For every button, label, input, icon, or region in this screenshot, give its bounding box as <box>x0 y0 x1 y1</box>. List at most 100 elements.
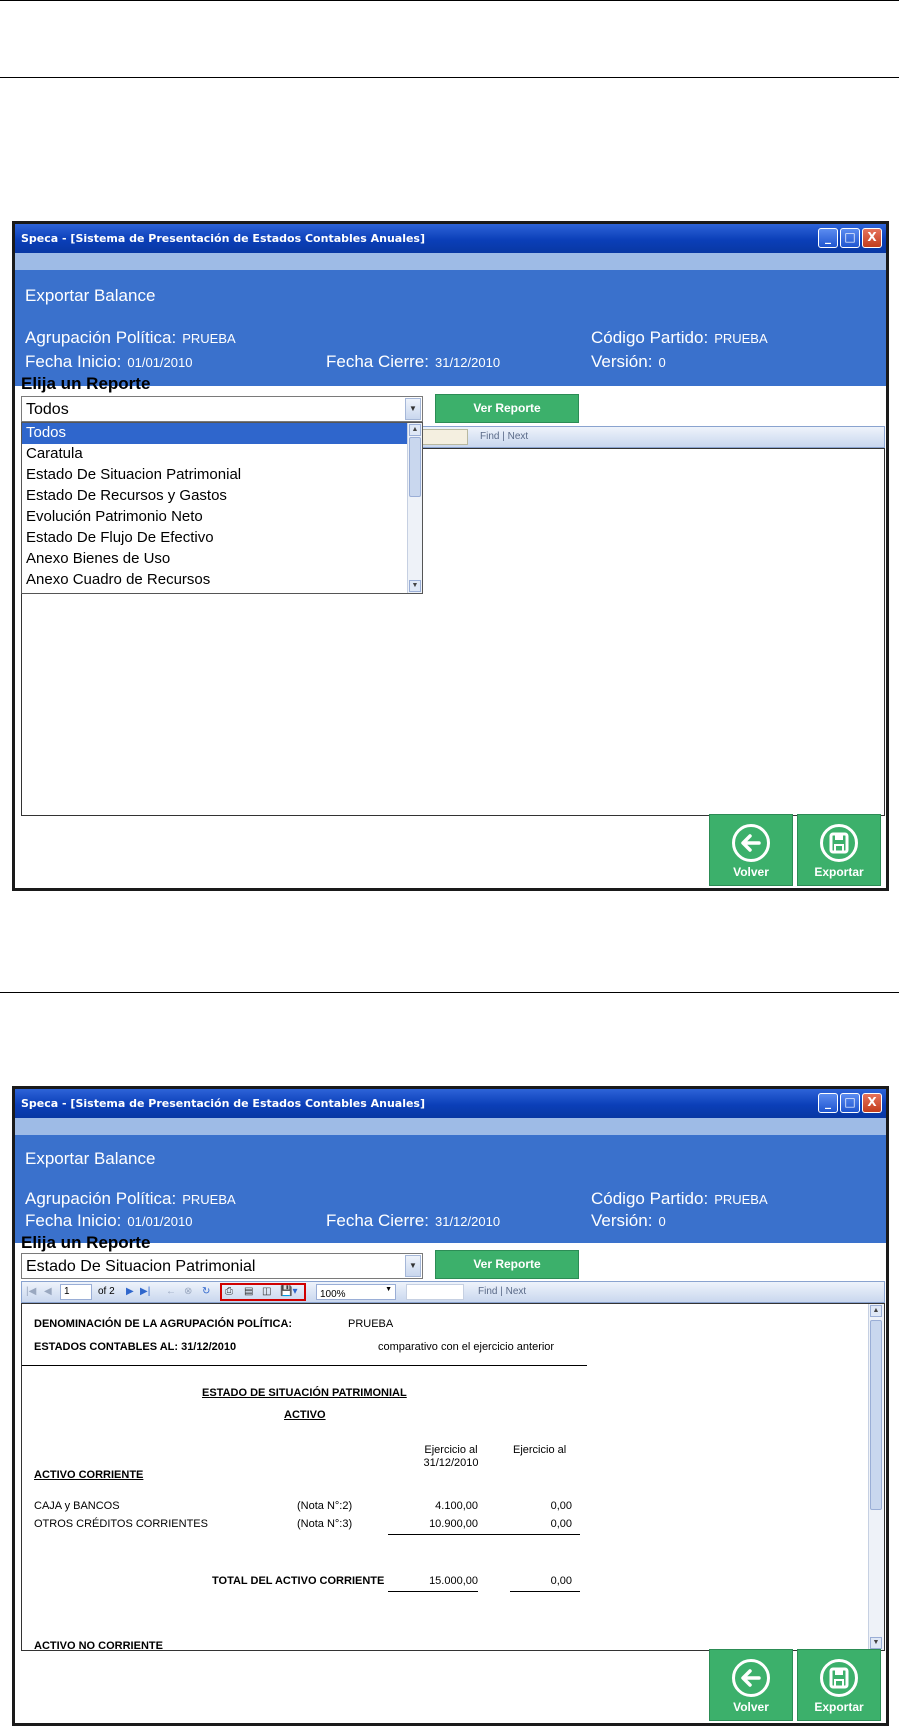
report-select[interactable]: Estado De Situacion Patrimonial ▼ <box>21 1253 423 1279</box>
subtotal-line <box>388 1534 580 1535</box>
row-value-previous: 0,00 <box>550 1500 572 1512</box>
minimize-button[interactable]: _ <box>818 1093 838 1113</box>
total-underline-current <box>388 1591 478 1592</box>
col1-header-line2: 31/12/2010 <box>423 1457 479 1469</box>
denominacion-value: PRUEBA <box>348 1318 394 1330</box>
scroll-down-icon[interactable]: ▼ <box>870 1637 882 1649</box>
codigo-label: Código Partido: <box>591 328 709 347</box>
codigo-value: PRUEBA <box>714 331 768 346</box>
export-icon[interactable]: 💾▾ <box>280 1286 297 1297</box>
total-label: TOTAL DEL ACTIVO CORRIENTE <box>212 1575 385 1587</box>
dropdown-item[interactable]: Anexo Bienes de Uso <box>22 549 422 570</box>
dropdown-scrollbar[interactable]: ▲ ▼ <box>407 423 422 593</box>
back-icon[interactable]: ← <box>166 1286 176 1297</box>
row-nota: (Nota N°:2) <box>297 1500 353 1512</box>
dropdown-item[interactable]: Caratula <box>22 444 422 465</box>
report-select[interactable]: Todos ▼ <box>21 396 423 422</box>
previous-page-icon[interactable]: ◀ <box>44 1286 52 1297</box>
row-value-previous: 0,00 <box>550 1518 572 1530</box>
dropdown-item[interactable]: Anexo Cuadro de Recursos <box>22 570 422 591</box>
fecha-cierre-field: Fecha Cierre: 31/12/2010 <box>326 1211 500 1231</box>
volver-button[interactable]: Volver <box>709 1649 793 1721</box>
print-icon[interactable]: ⎙ <box>225 1286 233 1297</box>
section-rule-2 <box>0 992 899 993</box>
scroll-thumb[interactable] <box>870 1320 882 1510</box>
report-scrollbar[interactable]: ▲ ▼ <box>868 1304 884 1650</box>
chevron-down-icon[interactable]: ▼ <box>405 1255 421 1277</box>
find-next-links[interactable]: Find | Next <box>478 1286 526 1297</box>
fecha-inicio-label: Fecha Inicio: <box>25 1211 122 1230</box>
agrupacion-field: Agrupación Política: PRUEBA <box>25 328 236 348</box>
page-number-input[interactable]: 1 <box>60 1284 92 1300</box>
scroll-up-icon[interactable]: ▲ <box>870 1305 882 1317</box>
report-viewer: DENOMINACIÓN DE LA AGRUPACIÓN POLÍTICA: … <box>21 1303 885 1651</box>
find-input[interactable] <box>422 429 468 445</box>
print-layout-icon[interactable]: ▤ <box>244 1286 253 1297</box>
scroll-down-icon[interactable]: ▼ <box>409 580 421 592</box>
exportar-button[interactable]: Exportar <box>797 1649 881 1721</box>
maximize-button[interactable]: □ <box>840 228 860 248</box>
dropdown-item[interactable]: Estado De Flujo De Efectivo <box>22 528 422 549</box>
comparativo-note: comparativo con el ejercicio anterior <box>378 1341 555 1353</box>
app-window-2: Speca - [Sistema de Presentación de Esta… <box>12 1086 889 1726</box>
scroll-up-icon[interactable]: ▲ <box>409 424 421 436</box>
ver-reporte-button[interactable]: Ver Reporte <box>435 394 579 423</box>
codigo-value: PRUEBA <box>714 1192 768 1207</box>
fecha-cierre-label: Fecha Cierre: <box>326 352 429 371</box>
chevron-down-icon[interactable]: ▼ <box>385 1286 392 1293</box>
chevron-down-icon[interactable]: ▼ <box>405 398 421 420</box>
fecha-cierre-value: 31/12/2010 <box>434 355 501 370</box>
col1-header-line1: Ejercicio al <box>424 1444 478 1456</box>
page-setup-icon[interactable]: ◫ <box>262 1286 271 1297</box>
codigo-label: Código Partido: <box>591 1189 709 1208</box>
next-page-icon[interactable]: ▶ <box>126 1286 134 1297</box>
total-value-previous: 0,00 <box>550 1575 572 1587</box>
row-nota: (Nota N°:3) <box>297 1518 353 1530</box>
exportar-button[interactable]: Exportar <box>797 814 881 886</box>
page-title: Exportar Balance <box>25 1149 156 1168</box>
arrow-left-icon <box>732 1659 770 1697</box>
title-bar: Speca - [Sistema de Presentación de Esta… <box>15 224 886 253</box>
menu-strip <box>15 1118 886 1135</box>
version-label: Versión: <box>591 352 653 371</box>
report-title: ESTADO DE SITUACIÓN PATRIMONIAL <box>202 1387 407 1399</box>
close-button[interactable]: X <box>862 1093 882 1113</box>
save-icon <box>820 824 858 862</box>
stop-icon[interactable]: ⊗ <box>184 1286 192 1297</box>
fecha-cierre-label: Fecha Cierre: <box>326 1211 429 1230</box>
report-toolbar: |◀ ◀ 1 of 2 ▶ ▶| ← ⊗ ↻ ⎙ ▤ ◫ 💾▾ 100% ▼ Fi… <box>21 1281 885 1303</box>
row-name: CAJA y BANCOS <box>34 1500 120 1512</box>
codigo-field: Código Partido: PRUEBA <box>591 1189 768 1209</box>
row-name: OTROS CRÉDITOS CORRIENTES <box>34 1518 208 1530</box>
agrupacion-field: Agrupación Política: PRUEBA <box>25 1189 236 1209</box>
dropdown-item[interactable]: Evolución Patrimonio Neto <box>22 507 422 528</box>
version-field: Versión: 0 <box>591 352 666 372</box>
zoom-select[interactable]: 100% ▼ <box>316 1284 396 1300</box>
menu-strip <box>15 253 886 270</box>
report-dropdown-list[interactable]: Todos Caratula Estado De Situacion Patri… <box>21 422 423 594</box>
find-next-links[interactable]: Find | Next <box>480 431 528 442</box>
dropdown-item[interactable]: Todos <box>22 423 422 444</box>
dropdown-item[interactable]: Estado De Recursos y Gastos <box>22 486 422 507</box>
row-value-current: 10.900,00 <box>429 1518 478 1530</box>
ver-reporte-button[interactable]: Ver Reporte <box>435 1250 579 1279</box>
maximize-button[interactable]: □ <box>840 1093 860 1113</box>
row-value-current: 4.100,00 <box>435 1500 478 1512</box>
close-button[interactable]: X <box>862 228 882 248</box>
last-page-icon[interactable]: ▶| <box>140 1286 150 1297</box>
volver-button[interactable]: Volver <box>709 814 793 886</box>
fecha-inicio-value: 01/01/2010 <box>127 1214 193 1229</box>
codigo-field: Código Partido: PRUEBA <box>591 328 768 348</box>
refresh-icon[interactable]: ↻ <box>202 1286 210 1297</box>
activo-no-corriente-heading: ACTIVO NO CORRIENTE <box>34 1640 163 1651</box>
find-input[interactable] <box>406 1284 464 1300</box>
arrow-left-icon <box>732 824 770 862</box>
dropdown-item[interactable]: Estado De Situacion Patrimonial <box>22 465 422 486</box>
minimize-button[interactable]: _ <box>818 228 838 248</box>
fecha-inicio-label: Fecha Inicio: <box>25 352 122 371</box>
page-title: Exportar Balance <box>25 286 156 305</box>
page-count: of 2 <box>98 1286 115 1297</box>
scroll-thumb[interactable] <box>409 437 421 497</box>
first-page-icon[interactable]: |◀ <box>26 1286 36 1297</box>
top-rule <box>0 0 899 1</box>
